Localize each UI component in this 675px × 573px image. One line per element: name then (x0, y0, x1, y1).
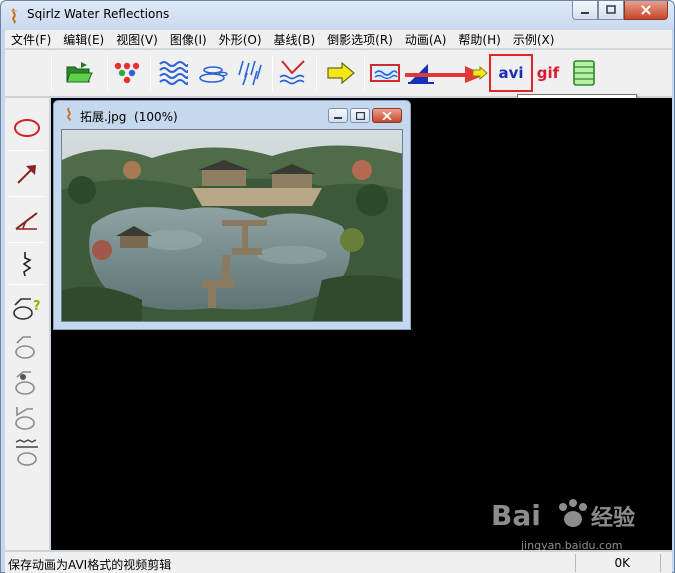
film-frames-icon (573, 60, 595, 86)
status-divider (575, 554, 576, 572)
ripple-waves-button[interactable] (157, 58, 189, 88)
shape-dot-icon (15, 371, 35, 395)
maximize-icon (355, 111, 365, 120)
toolbar-separator (107, 55, 108, 91)
menu-bar: 文件(F) 编辑(E) 视图(V) 图像(I) 外形(O) 基线(B) 倒影选项… (5, 30, 672, 49)
image-filename: 拓展.jpg (80, 110, 127, 124)
menu-help[interactable]: 帮助(H) (452, 31, 506, 48)
child-minimize-button[interactable] (328, 108, 348, 123)
maximize-button[interactable] (598, 1, 624, 20)
ellipse-icon (14, 119, 40, 137)
zigzag-icon (22, 252, 32, 277)
close-button[interactable] (624, 1, 668, 20)
toolbox-separator (9, 150, 45, 151)
open-button[interactable] (63, 58, 95, 88)
menu-baseline[interactable]: 基线(B) (268, 31, 322, 48)
window-title: Sqirlz Water Reflections (27, 7, 170, 21)
close-icon (382, 111, 392, 120)
zoom-level: (100%) (134, 110, 178, 124)
menu-image[interactable]: 图像(I) (164, 31, 213, 48)
avi-label: avi (498, 64, 524, 82)
water-preview-icon (370, 64, 400, 82)
menu-examples[interactable]: 示例(X) (507, 31, 561, 48)
app-window: Sqirlz Water Reflections 文件(F) 编辑(E) 视图(… (0, 0, 675, 573)
rain-button[interactable] (234, 58, 266, 88)
colors-button[interactable] (111, 58, 143, 88)
arrow-right-icon (327, 62, 355, 84)
gif-label: gif (536, 64, 560, 82)
preview-button[interactable] (369, 58, 401, 88)
title-bar[interactable]: Sqirlz Water Reflections (1, 1, 674, 30)
app-icon (11, 8, 17, 24)
minimize-icon (334, 116, 342, 119)
toolbox-separator (9, 242, 45, 243)
shape-edit-icon (15, 407, 35, 430)
reflection-split-button[interactable] (277, 58, 309, 88)
minimize-button[interactable] (572, 1, 598, 20)
menu-reflection-options[interactable]: 倒影选项(R) (321, 31, 399, 48)
landscape-photo[interactable] (61, 129, 403, 322)
arrow-tool[interactable] (11, 158, 43, 190)
shape-tool-3[interactable] (11, 400, 43, 432)
watermark-brand-tail: 经验 (591, 505, 635, 531)
baseline-tool[interactable] (11, 248, 43, 280)
menu-animation[interactable]: 动画(A) (399, 31, 453, 48)
toolbar: avi gif (5, 50, 672, 97)
shape-tool-1[interactable] (11, 330, 43, 362)
close-icon (641, 5, 651, 15)
color-dots-icon (114, 62, 140, 84)
angle-tool[interactable] (11, 204, 43, 236)
watermark-brand: Bai (491, 499, 541, 532)
toolbar-separator (272, 55, 273, 91)
document-icon (67, 107, 71, 121)
toolbar-separator (316, 55, 317, 91)
menu-view[interactable]: 视图(V) (110, 31, 164, 48)
shape-help-icon: ? (13, 298, 41, 320)
paw-icon (559, 499, 587, 527)
frames-button[interactable] (568, 58, 600, 88)
save-avi-button[interactable]: avi (489, 54, 533, 92)
ripple-rings-icon (199, 66, 228, 83)
reflection-split-icon (279, 60, 305, 85)
shape-outline-icon (15, 336, 35, 359)
toolbar-separator (150, 55, 151, 91)
menu-outline[interactable]: 外形(O) (213, 31, 268, 48)
toolbox-separator (9, 284, 45, 285)
ripple-rings-button[interactable] (198, 58, 230, 88)
svg-text:?: ? (33, 299, 41, 314)
caption-buttons (572, 1, 668, 21)
toolbar-separator (51, 55, 52, 91)
run-button[interactable] (325, 58, 357, 88)
waves-icon (159, 61, 188, 85)
diagonal-arrow-icon (17, 165, 36, 184)
child-close-button[interactable] (372, 108, 402, 123)
left-toolbox: ? (5, 98, 50, 550)
toolbar-separator (364, 55, 365, 91)
ellipse-tool[interactable] (11, 112, 43, 144)
maximize-icon (606, 5, 616, 14)
toolbox-separator (9, 196, 45, 197)
small-arrow-icon (472, 66, 488, 80)
minimize-icon (581, 12, 589, 14)
image-child-window[interactable]: 拓展.jpg (100%) (53, 100, 411, 330)
help-shape-tool[interactable]: ? (11, 290, 43, 322)
curve-angle-icon (15, 212, 38, 230)
child-window-title: 拓展.jpg (100%) (80, 108, 178, 125)
rain-lines-icon (238, 60, 262, 86)
status-bar: 保存动画为AVI格式的视频剪辑 0K (5, 551, 672, 573)
folder-open-icon (66, 62, 93, 83)
shape-tool-2[interactable] (11, 366, 43, 398)
menu-edit[interactable]: 编辑(E) (57, 31, 110, 48)
status-state: 0K (614, 556, 630, 570)
shape-tool-4[interactable] (11, 436, 43, 468)
status-message: 保存动画为AVI格式的视频剪辑 (8, 558, 172, 572)
shape-waves-icon (15, 439, 38, 466)
garden-pond-image (62, 130, 402, 321)
save-gif-button[interactable]: gif (531, 58, 565, 88)
child-caption-buttons (328, 108, 402, 123)
baidu-watermark: Bai 经验 jingyan.baidu.com (491, 499, 635, 552)
status-divider (660, 554, 661, 572)
child-maximize-button[interactable] (350, 108, 370, 123)
menu-file[interactable]: 文件(F) (5, 31, 57, 48)
